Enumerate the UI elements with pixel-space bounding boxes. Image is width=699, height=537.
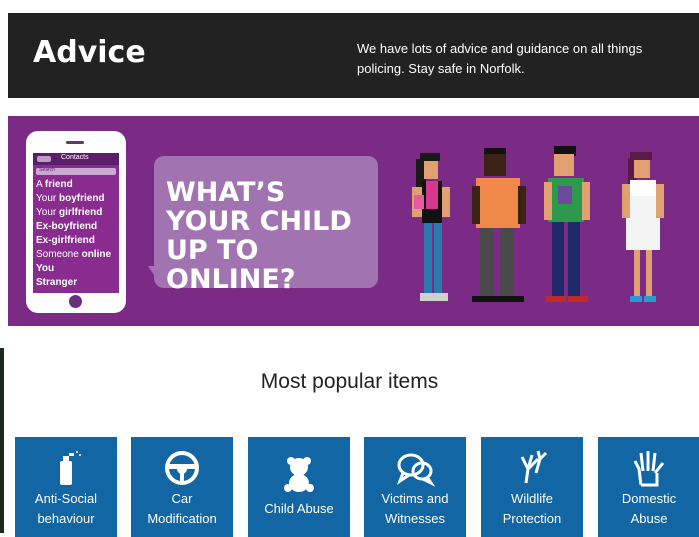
phone-search-placeholder: Search — [39, 167, 55, 173]
bird-claw-icon — [520, 450, 548, 484]
back-icon — [37, 156, 51, 162]
tile-label: Modification — [147, 511, 217, 526]
phone-contact-list: A friend Your boyfriend Your girlfriend … — [36, 178, 111, 290]
page-header: Advice We have lots of advice and guidan… — [8, 13, 699, 98]
banner-headline: WHAT’S YOUR CHILD UP TO ONLINE? — [166, 177, 352, 295]
tile-label: Victims and — [381, 491, 449, 506]
tile-label: Anti-Social — [34, 491, 98, 506]
contact-item: Your boyfriend — [36, 193, 105, 204]
tile-label: Abuse — [630, 511, 668, 526]
steering-wheel-icon — [165, 451, 199, 485]
contact-item: Someone online — [36, 249, 112, 260]
tile-label: Child Abuse — [264, 501, 334, 516]
campaign-banner[interactable]: Contacts Search A friend Your boyfriend … — [8, 116, 699, 326]
tile-anti-social-behaviour[interactable]: Anti-Social behaviour — [15, 437, 117, 537]
speech-bubbles-icon — [396, 453, 435, 487]
contact-item: Ex-boyfriend — [36, 221, 98, 232]
spray-can-icon — [60, 451, 81, 485]
tile-victims-and-witnesses[interactable]: Victims and Witnesses — [364, 437, 466, 537]
headline-bubble: WHAT’S YOUR CHILD UP TO ONLINE? — [154, 156, 378, 294]
phone-contacts-label: Contacts — [61, 154, 89, 161]
tile-domestic-abuse[interactable]: Domestic Abuse — [598, 437, 699, 537]
phone-illustration: Contacts Search A friend Your boyfriend … — [26, 131, 126, 313]
teddy-bear-icon — [284, 457, 314, 492]
phone-home-button — [69, 295, 82, 308]
tile-child-abuse[interactable]: Child Abuse — [248, 437, 350, 537]
contact-item: A friend — [36, 179, 73, 190]
raised-hand-icon — [633, 451, 665, 487]
tile-wildlife-protection[interactable]: Wildlife Protection — [481, 437, 583, 537]
tile-label: Witnesses — [385, 511, 445, 526]
bubble-tail — [148, 266, 160, 284]
contact-item: Stranger — [36, 277, 78, 288]
phone-app-bar: Contacts — [33, 153, 119, 165]
figure-boy-green — [544, 146, 590, 302]
figure-girl-white — [622, 152, 664, 302]
tile-label: Car — [171, 491, 193, 506]
tile-label: Wildlife — [511, 491, 553, 506]
tile-label: Protection — [502, 511, 562, 526]
tile-label: Domestic — [621, 491, 677, 506]
tile-car-modification[interactable]: Car Modification — [131, 437, 233, 537]
popular-items-title: Most popular items — [260, 370, 439, 393]
contact-item: Ex-girlfriend — [36, 235, 95, 246]
phone-speaker — [66, 141, 84, 144]
page-title: Advice — [33, 35, 146, 70]
figure-girl-pink — [412, 153, 450, 301]
tile-label: behaviour — [37, 511, 95, 526]
contact-item: You — [36, 263, 55, 274]
contact-item: Your girlfriend — [36, 207, 103, 218]
phone-screen: Contacts Search A friend Your boyfriend … — [33, 153, 119, 293]
page-description: We have lots of advice and guidance on a… — [357, 41, 643, 76]
figure-boy-orange — [472, 148, 526, 302]
